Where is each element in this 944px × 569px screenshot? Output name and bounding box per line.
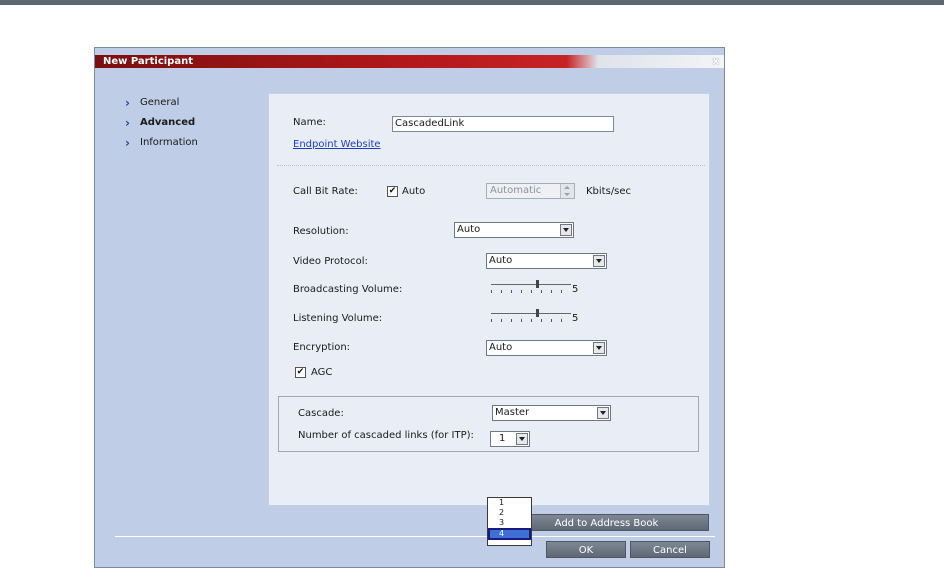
chevron-down-icon <box>516 433 528 445</box>
dropdown-option-2[interactable]: 2 <box>488 508 531 518</box>
name-input[interactable]: CascadedLink <box>392 116 614 132</box>
footer-divider <box>115 536 715 537</box>
dialog-nav: › General › Advanced › Information <box>123 96 198 156</box>
chevron-down-icon <box>597 407 609 419</box>
broadcasting-volume-value: 5 <box>572 284 579 295</box>
cascade-value: Master <box>495 407 530 418</box>
nav-item-advanced[interactable]: › Advanced <box>123 116 198 136</box>
dropdown-option-3[interactable]: 3 <box>488 518 531 528</box>
endpoint-website-link[interactable]: Endpoint Website <box>293 139 381 150</box>
resolution-label: Resolution: <box>293 226 349 237</box>
dialog-title: New Participant <box>103 56 193 67</box>
cascaded-links-select[interactable]: 1 <box>490 431 530 447</box>
call-bit-rate-label: Call Bit Rate: <box>293 186 358 197</box>
cascade-label: Cascade: <box>298 408 344 419</box>
nav-item-general[interactable]: › General <box>123 96 198 116</box>
cascade-group: Cascade: Master Number of cascaded links… <box>278 396 699 452</box>
new-participant-dialog: New Participant x › General › Advanced ›… <box>94 47 725 568</box>
auto-bit-rate-checkbox[interactable]: ✔ <box>387 186 398 197</box>
cascaded-links-value: 1 <box>499 433 506 444</box>
chevron-right-icon: › <box>125 116 130 130</box>
nav-item-information[interactable]: › Information <box>123 136 198 156</box>
advanced-panel: Name: CascadedLink Endpoint Website Call… <box>268 93 710 506</box>
dialog-titlebar[interactable]: New Participant x <box>95 55 724 68</box>
slider-thumb[interactable] <box>536 309 539 317</box>
cascade-select[interactable]: Master <box>492 405 611 421</box>
slider-thumb[interactable] <box>536 280 539 288</box>
agc-label: AGC <box>311 367 333 378</box>
cascaded-links-dropdown-list: 1 2 3 4 <box>487 497 532 546</box>
nav-item-label: Advanced <box>140 117 196 128</box>
add-to-address-book-button[interactable]: Add to Address Book <box>504 514 709 531</box>
chevron-right-icon: › <box>125 96 130 110</box>
bit-rate-field[interactable]: Automatic <box>486 183 575 199</box>
broadcasting-volume-slider[interactable] <box>491 280 571 294</box>
bit-rate-spinner[interactable] <box>560 184 574 198</box>
bit-rate-value: Automatic <box>490 185 542 196</box>
name-label: Name: <box>293 117 326 128</box>
dropdown-option-1[interactable]: 1 <box>488 498 531 508</box>
cancel-button[interactable]: Cancel <box>630 541 710 558</box>
broadcasting-volume-label: Broadcasting Volume: <box>293 284 403 295</box>
cascaded-links-label: Number of cascaded links (for ITP): <box>298 430 474 441</box>
resolution-select[interactable]: Auto <box>454 222 574 238</box>
bit-rate-unit: Kbits/sec <box>586 186 632 197</box>
nav-item-label: Information <box>140 137 198 148</box>
resolution-value: Auto <box>457 224 481 235</box>
chevron-down-icon <box>560 224 572 236</box>
auto-checkbox-label: Auto <box>402 186 426 197</box>
video-protocol-value: Auto <box>489 255 513 266</box>
separator <box>277 165 705 166</box>
listening-volume-value: 5 <box>572 313 579 324</box>
listening-volume-slider[interactable] <box>491 309 571 323</box>
close-icon[interactable]: x <box>713 55 719 68</box>
chevron-down-icon <box>593 342 605 354</box>
top-bar <box>0 0 944 5</box>
dropdown-option-4[interactable]: 4 <box>488 528 531 540</box>
chevron-right-icon: › <box>125 136 130 150</box>
listening-volume-label: Listening Volume: <box>293 313 383 324</box>
encryption-value: Auto <box>489 342 513 353</box>
encryption-label: Encryption: <box>293 342 351 353</box>
video-protocol-label: Video Protocol: <box>293 256 368 267</box>
video-protocol-select[interactable]: Auto <box>486 253 607 269</box>
agc-checkbox[interactable]: ✔ <box>295 367 306 378</box>
encryption-select[interactable]: Auto <box>486 340 607 356</box>
ok-button[interactable]: OK <box>546 541 626 558</box>
chevron-down-icon <box>593 255 605 267</box>
nav-item-label: General <box>140 97 180 108</box>
